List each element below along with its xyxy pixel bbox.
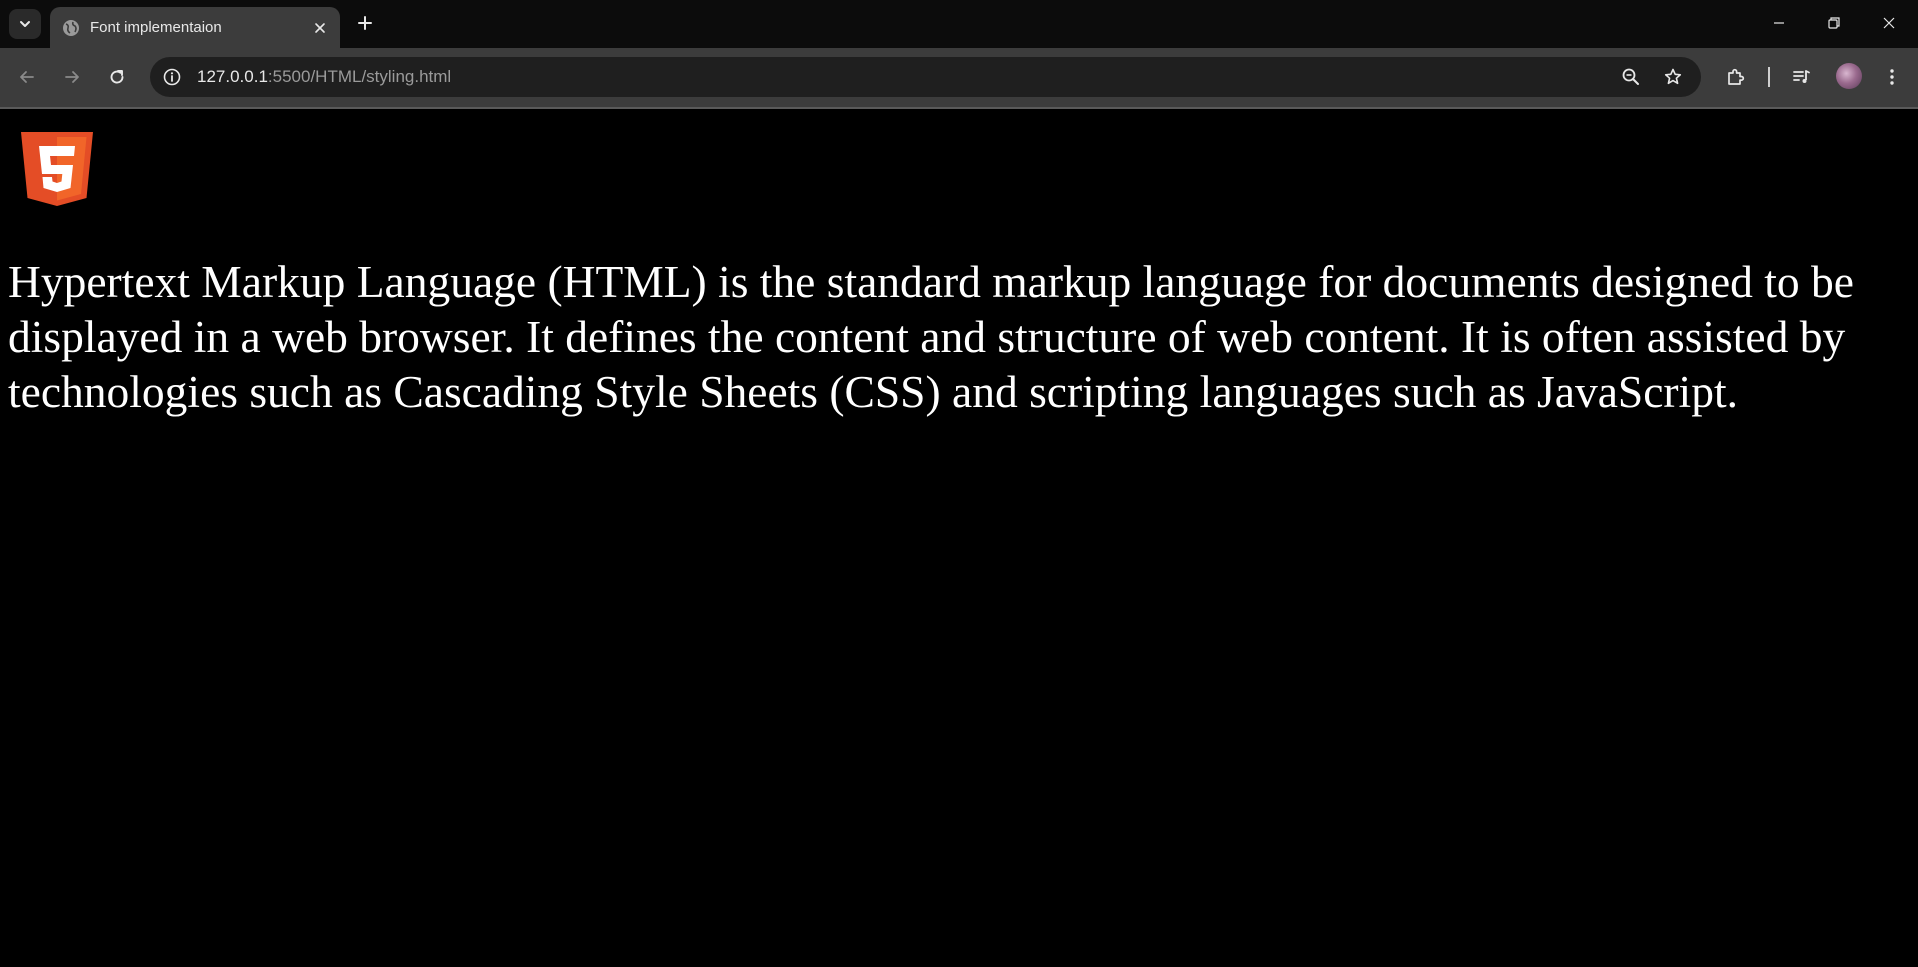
kebab-menu-icon bbox=[1890, 69, 1894, 85]
restore-icon bbox=[1828, 17, 1840, 29]
url-host: 127.0.0.1 bbox=[197, 67, 268, 86]
tab-active[interactable]: Font implementaion bbox=[50, 7, 340, 48]
zoom-out-icon bbox=[1622, 68, 1639, 85]
new-tab-button[interactable] bbox=[351, 9, 379, 37]
toolbar-separator bbox=[1768, 67, 1770, 87]
main-menu-button[interactable] bbox=[1877, 62, 1907, 92]
page-content: Hypertext Markup Language (HTML) is the … bbox=[0, 109, 1918, 967]
star-icon bbox=[1664, 68, 1682, 85]
chevron-down-icon bbox=[20, 21, 30, 27]
site-info-button[interactable] bbox=[160, 65, 184, 89]
arrow-right-icon bbox=[65, 71, 79, 83]
plus-icon bbox=[358, 16, 372, 30]
minimize-icon bbox=[1774, 22, 1784, 24]
address-bar[interactable]: 127.0.0.1:5500/HTML/styling.html bbox=[150, 57, 1701, 97]
media-controls-button[interactable] bbox=[1787, 62, 1817, 92]
url-path: :5500/HTML/styling.html bbox=[267, 67, 452, 86]
forward-button[interactable] bbox=[57, 62, 87, 92]
extensions-button[interactable] bbox=[1721, 62, 1751, 92]
toolbar: 127.0.0.1:5500/HTML/styling.html bbox=[0, 48, 1918, 109]
url-text[interactable]: 127.0.0.1:5500/HTML/styling.html bbox=[197, 67, 451, 87]
body-paragraph: Hypertext Markup Language (HTML) is the … bbox=[8, 256, 1854, 417]
window-close-button[interactable] bbox=[1866, 6, 1912, 40]
arrow-left-icon bbox=[20, 71, 34, 83]
tab-strip: Font implementaion bbox=[0, 0, 1918, 48]
tab-search-button[interactable] bbox=[9, 9, 41, 39]
browser-window: Font implementaion 127.0.0.1:5500/HTML/s… bbox=[0, 0, 1918, 967]
restore-button[interactable] bbox=[1811, 6, 1857, 40]
info-icon bbox=[163, 68, 181, 86]
zoom-button[interactable] bbox=[1619, 65, 1643, 89]
profile-avatar[interactable] bbox=[1836, 63, 1862, 89]
close-icon bbox=[1883, 17, 1895, 29]
bookmark-button[interactable] bbox=[1661, 65, 1685, 89]
tab-close-button[interactable] bbox=[310, 18, 330, 38]
minimize-button[interactable] bbox=[1756, 6, 1802, 40]
reload-icon bbox=[110, 70, 124, 84]
reload-button[interactable] bbox=[102, 62, 132, 92]
globe-icon bbox=[63, 20, 79, 36]
back-button[interactable] bbox=[12, 62, 42, 92]
media-controls-icon bbox=[1793, 70, 1810, 83]
html5-logo bbox=[21, 132, 93, 206]
close-icon bbox=[315, 23, 325, 33]
tab-title: Font implementaion bbox=[90, 19, 222, 36]
puzzle-icon bbox=[1728, 68, 1745, 85]
